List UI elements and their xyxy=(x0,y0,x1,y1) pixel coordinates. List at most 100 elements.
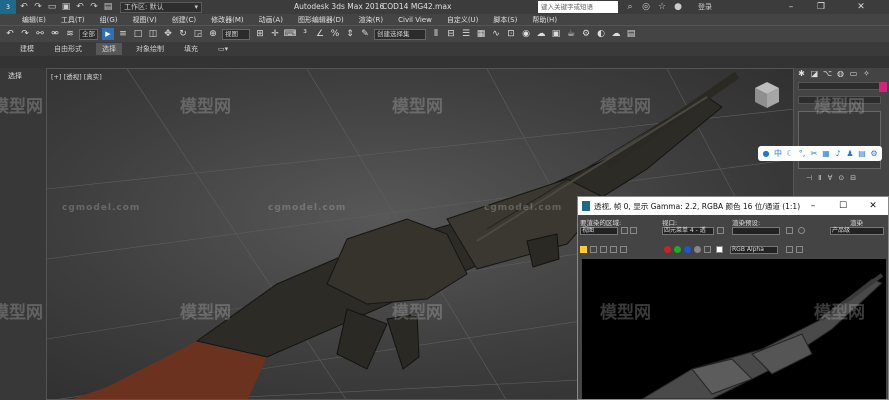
make-unique-icon[interactable]: ∀ xyxy=(828,174,833,182)
align-icon[interactable]: ⊟ xyxy=(445,28,457,40)
create-tab-icon[interactable]: ✱ xyxy=(796,68,807,79)
viewport-dropdown[interactable]: 四元菜单 4 - 透 xyxy=(662,227,714,235)
render-image-canvas[interactable] xyxy=(582,259,886,399)
render-activeshade-icon[interactable]: ◐ xyxy=(595,28,607,40)
minimize-icon[interactable]: – xyxy=(776,0,806,14)
render-setup-icon[interactable]: ☁ xyxy=(535,28,547,40)
edit-region-icon[interactable] xyxy=(621,227,628,234)
scale-icon[interactable]: ◲ xyxy=(192,28,204,40)
menu-graph-editors[interactable]: 图形编辑器(D) xyxy=(298,15,344,25)
render-setup-icon[interactable] xyxy=(786,227,793,234)
snaps-toggle-icon[interactable]: ³ xyxy=(299,28,311,40)
tab-selection[interactable]: 选择 xyxy=(96,43,122,55)
show-end-result-icon[interactable]: Ⅱ xyxy=(818,174,821,182)
select-object-icon[interactable]: ▶ xyxy=(102,28,114,40)
keyboard-icon[interactable]: ▦ xyxy=(821,149,831,159)
layer-explorer-icon[interactable]: ☰ xyxy=(460,28,472,40)
percent-snap-icon[interactable]: % xyxy=(329,28,341,40)
microphone-icon[interactable]: ♪ xyxy=(833,149,843,159)
viewcube-icon[interactable] xyxy=(752,80,782,110)
menu-modifiers[interactable]: 修改器(M) xyxy=(211,15,244,25)
clone-frame-icon[interactable] xyxy=(600,246,607,253)
menu-customize[interactable]: 自定义(U) xyxy=(447,15,479,25)
hierarchy-tab-icon[interactable]: ⌥ xyxy=(822,68,833,79)
toolbox-icon[interactable]: ▤ xyxy=(857,149,867,159)
menu-views[interactable]: 视图(V) xyxy=(133,15,157,25)
selection-filter-dropdown[interactable]: 全部 xyxy=(79,28,98,40)
monochrome-icon[interactable] xyxy=(704,246,711,253)
menu-scripting[interactable]: 脚本(S) xyxy=(493,15,517,25)
configure-modifier-sets-icon[interactable]: ⊟ xyxy=(850,174,856,182)
maximize-icon[interactable]: ☐ xyxy=(828,197,858,215)
menu-animation[interactable]: 动画(A) xyxy=(259,15,283,25)
edit-named-selection-icon[interactable]: ✎ xyxy=(359,28,371,40)
renderer-dropdown[interactable]: 产品级 xyxy=(830,227,884,235)
save-file-icon[interactable]: ▣ xyxy=(60,1,72,13)
tab-freeform[interactable]: 自由形式 xyxy=(54,44,82,54)
keyboard-shortcut-icon[interactable]: ⌨ xyxy=(284,28,297,40)
search-input[interactable]: 键入关键字或短语 xyxy=(538,1,618,13)
menu-civil-view[interactable]: Civil View xyxy=(398,16,432,24)
skin-icon[interactable]: ♟ xyxy=(845,149,855,159)
menu-edit[interactable]: 编辑(E) xyxy=(22,15,46,25)
move-icon[interactable]: ✥ xyxy=(162,28,174,40)
assistant-icon[interactable]: ● xyxy=(761,149,771,159)
select-by-name-icon[interactable]: ≡ xyxy=(117,28,129,40)
render-production-icon[interactable]: ☕ xyxy=(565,28,577,40)
ribbon-options-icon[interactable]: ▭▾ xyxy=(218,45,228,53)
bind-space-warp-icon[interactable]: ≋ xyxy=(64,28,76,40)
tab-populate[interactable]: 填充 xyxy=(184,44,198,54)
area-to-render-dropdown[interactable]: 视图 xyxy=(580,227,618,235)
redo-small-icon[interactable]: ↷ xyxy=(88,1,100,13)
curve-editor-icon[interactable]: ∿ xyxy=(490,28,502,40)
auto-region-icon[interactable] xyxy=(630,227,637,234)
toggle-ui-icon[interactable] xyxy=(796,246,803,253)
redo-icon[interactable]: ↷ xyxy=(19,28,31,40)
pivot-center-icon[interactable]: ⊞ xyxy=(254,28,266,40)
star-icon[interactable]: ☆ xyxy=(656,1,668,13)
chinese-input-icon[interactable]: 中 xyxy=(773,149,783,159)
lock-viewport-icon[interactable] xyxy=(717,227,724,234)
app-logo-icon[interactable]: 3 xyxy=(0,0,16,14)
red-channel-icon[interactable] xyxy=(664,246,671,253)
close-icon[interactable]: ✕ xyxy=(858,197,888,215)
render-iterative-icon[interactable]: ⚙ xyxy=(580,28,592,40)
scissors-icon[interactable]: ✂ xyxy=(809,149,819,159)
place-icon[interactable]: ⊕ xyxy=(207,28,219,40)
workspace-dropdown[interactable]: 工作区: 默认 ▾ xyxy=(120,1,202,13)
window-crossing-icon[interactable]: ◫ xyxy=(147,28,159,40)
select-manipulate-icon[interactable]: ✛ xyxy=(269,28,281,40)
restore-icon[interactable]: ❐ xyxy=(806,0,836,14)
display-tab-icon[interactable]: ▭ xyxy=(848,68,859,79)
named-selection-dropdown[interactable]: 创建选择集 xyxy=(374,28,426,40)
a360-gallery-icon[interactable]: ▤ xyxy=(625,28,637,40)
unlink-icon[interactable]: ⚮ xyxy=(49,28,61,40)
alpha-channel-icon[interactable] xyxy=(694,246,701,253)
close-icon[interactable]: ✕ xyxy=(846,0,876,14)
pin-stack-icon[interactable]: ⊣ xyxy=(806,174,812,182)
minimize-icon[interactable]: – xyxy=(798,197,828,215)
clear-image-icon[interactable] xyxy=(620,246,627,253)
redo-icon[interactable]: ↷ xyxy=(32,1,44,13)
render-preset-dropdown[interactable] xyxy=(732,227,780,235)
copy-image-icon[interactable] xyxy=(590,246,597,253)
tab-object-paint[interactable]: 对象绘制 xyxy=(136,44,164,54)
moon-icon[interactable]: ☾ xyxy=(785,149,795,159)
object-color-swatch[interactable] xyxy=(879,82,887,92)
info-icon[interactable]: ◎ xyxy=(640,1,652,13)
spinner-snap-icon[interactable]: ⇕ xyxy=(344,28,356,40)
toggle-ribbon-icon[interactable]: ▦ xyxy=(475,28,487,40)
open-file-icon[interactable]: ▭ xyxy=(46,1,58,13)
rectangular-selection-icon[interactable]: □ xyxy=(132,28,144,40)
undo-icon[interactable]: ↶ xyxy=(4,28,16,40)
environment-icon[interactable] xyxy=(798,227,805,234)
menu-create[interactable]: 创建(C) xyxy=(172,15,196,25)
link-icon[interactable]: ⚯ xyxy=(34,28,46,40)
gear-icon[interactable]: ⚙ xyxy=(869,149,879,159)
save-image-icon[interactable] xyxy=(580,246,587,253)
login-link[interactable]: 登录 xyxy=(698,2,712,12)
rendered-frame-window-icon[interactable]: ▣ xyxy=(550,28,562,40)
channel-display-dropdown[interactable]: RGB Alpha xyxy=(730,246,778,254)
user-icon[interactable]: ● xyxy=(672,1,684,13)
undo-icon[interactable]: ↶ xyxy=(18,1,30,13)
